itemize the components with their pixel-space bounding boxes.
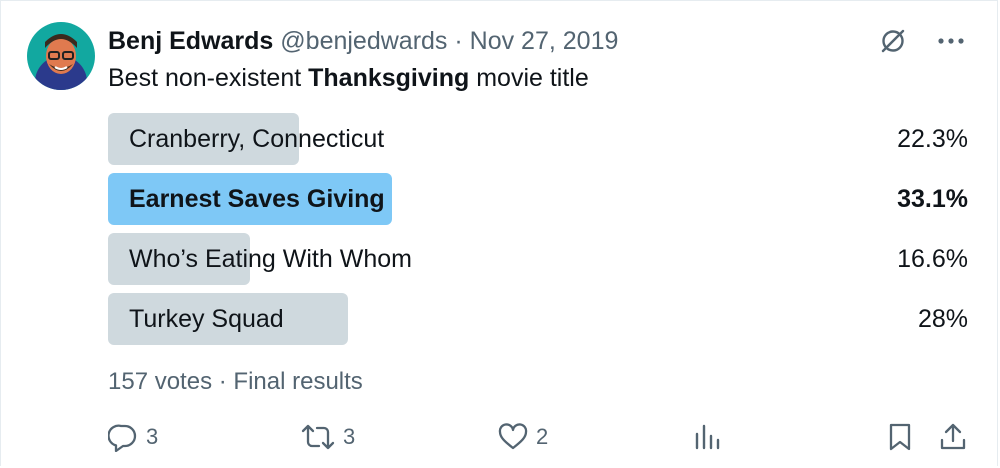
poll-option-label: Turkey Squad [129, 304, 284, 333]
action-bar: 3 3 2 [108, 419, 968, 455]
tweet-date[interactable]: Nov 27, 2019 [470, 27, 619, 55]
vote-count: 157 votes [108, 368, 213, 395]
avatar[interactable] [27, 22, 95, 90]
poll-option-percent: 33.1% [897, 185, 968, 213]
poll-option-percent: 28% [917, 305, 968, 333]
bookmark-button[interactable] [887, 419, 913, 455]
reply-count: 3 [146, 424, 159, 449]
poll-option: Who’s Eating With Whom 16.6% [108, 233, 968, 285]
poll-option: Cranberry, Connecticut 22.3% [108, 113, 968, 165]
tweet-text: Best non-existent Thanksgiving movie tit… [108, 62, 589, 94]
author-handle[interactable]: @benjedwards [280, 27, 447, 55]
meta-separator: · [218, 368, 227, 395]
tweet-text-end: movie title [469, 64, 589, 92]
tweet-card: Benj Edwards @benjedwards · Nov 27, 2019… [0, 0, 998, 466]
top-actions [877, 25, 967, 57]
like-button[interactable]: 2 [498, 419, 548, 455]
like-count: 2 [536, 424, 549, 449]
poll-meta: 157 votes · Final results [108, 368, 363, 396]
retweet-count: 3 [343, 424, 356, 449]
bookmark-icon [887, 422, 913, 452]
share-button[interactable] [938, 419, 968, 455]
tweet-text-start: Best non-existent [108, 64, 309, 92]
poll-option-label: Who’s Eating With Whom [129, 244, 412, 273]
reply-icon [108, 422, 138, 452]
like-icon [498, 422, 528, 452]
retweet-icon [301, 422, 335, 452]
author-name[interactable]: Benj Edwards [108, 27, 273, 55]
analytics-button[interactable] [693, 419, 721, 455]
reply-button[interactable]: 3 [108, 419, 158, 455]
analytics-icon [693, 422, 721, 452]
poll-option-percent: 16.6% [897, 245, 968, 273]
poll-option: Earnest Saves Giving 33.1% [108, 173, 968, 225]
share-icon [938, 422, 968, 452]
tweet-header: Benj Edwards @benjedwards · Nov 27, 2019 [108, 25, 618, 57]
poll: Cranberry, Connecticut 22.3% Earnest Sav… [108, 113, 968, 353]
retweet-button[interactable]: 3 [301, 419, 355, 455]
grok-icon[interactable] [877, 25, 909, 57]
poll-option: Turkey Squad 28% [108, 293, 968, 345]
poll-option-label: Cranberry, Connecticut [129, 124, 385, 153]
poll-status: Final results [233, 368, 363, 395]
poll-option-percent: 22.3% [897, 125, 968, 153]
header-separator: · [454, 27, 463, 55]
poll-option-label: Earnest Saves Giving [129, 184, 385, 213]
more-icon[interactable] [935, 25, 967, 57]
tweet-text-bold: Thanksgiving [308, 64, 470, 92]
